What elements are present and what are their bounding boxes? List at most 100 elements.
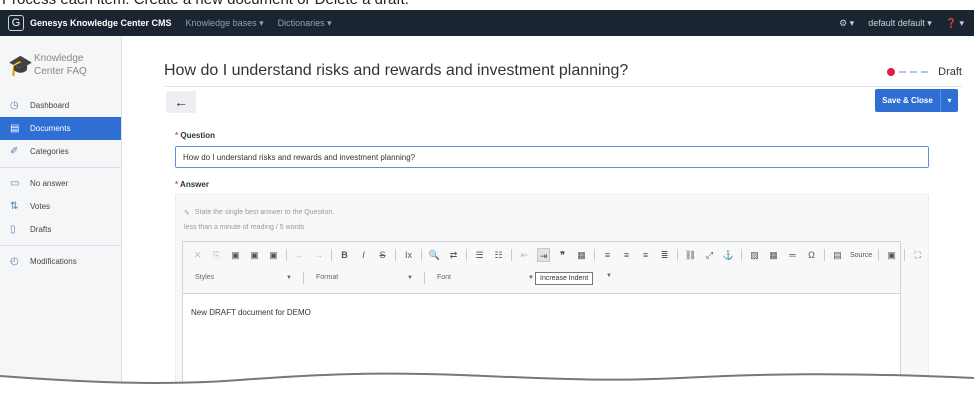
sidebar-item-votes[interactable]: ⇅ Votes [0,195,121,218]
sidebar-item-dashboard[interactable]: ◷ Dashboard [0,94,121,117]
main-content: How do I understand risks and rewards an… [122,36,974,398]
answer-panel: ✎ State the single best answer to the Qu… [175,194,929,398]
knowledge-bases-menu[interactable]: Knowledge bases ▾ [186,18,264,29]
top-navbar: G Genesys Knowledge Center CMS Knowledge… [0,10,974,36]
user-menu[interactable]: default default ▾ [868,18,932,29]
image-icon[interactable]: ▨ [748,248,761,262]
link-icon[interactable]: ⛓ [684,248,697,262]
maximize-icon[interactable]: ⛶ [911,248,924,262]
special-char-icon[interactable]: Ω [805,248,818,262]
save-close-button[interactable]: Save & Close [875,89,940,112]
chat-icon: ▭ [10,178,20,189]
toolbar-separator [424,272,425,284]
sidebar-item-label: No answer [30,179,69,188]
toolbar-separator [824,249,825,261]
increase-indent-tooltip: Increase Indent [535,272,594,285]
knowledge-base-header[interactable]: 🎓 Knowledge Center FAQ [0,36,121,94]
bold-icon[interactable]: B [338,248,351,262]
tag-icon: ✐ [10,146,19,157]
question-label: * Question [175,131,216,140]
status-badge: Draft [887,66,962,78]
bulleted-list-icon[interactable]: ☷ [492,248,505,262]
sidebar-item-modifications[interactable]: ◴ Modifications [0,250,121,273]
increase-indent-icon[interactable]: ⇥ [537,248,550,262]
answer-label: * Answer [175,180,209,189]
toolbar-separator [904,249,906,261]
sidebar: 🎓 Knowledge Center FAQ ◷ Dashboard ▤ Doc… [0,36,122,398]
status-label: Draft [938,66,962,78]
settings-menu[interactable]: ⚙ ▾ [839,18,854,29]
paste-text-icon[interactable]: ▣ [248,248,261,262]
font-label: Font [437,274,452,281]
sidebar-item-no-answer[interactable]: ▭ No answer [0,172,121,195]
editor-toolbar: ✕ ⎘ ▣ ▣ ▣ ← → B I S Ix 🔍 ⇄ ☰ ☷ ⇤ ⇥ ❞ ▦ ≡… [183,242,921,294]
toolbar-separator [594,249,595,261]
kb-name-line1: Knowledge [34,53,84,64]
redo-icon[interactable]: → [312,248,325,262]
div-container-icon[interactable]: ▦ [575,248,588,262]
toolbar-separator [421,249,422,261]
kb-name-line2: Center FAQ [34,66,87,77]
strikethrough-icon[interactable]: S [376,248,389,262]
reading-time: less than a minute of reading / 5 words [184,224,305,231]
italic-icon[interactable]: I [357,248,370,262]
cut-icon[interactable]: ✕ [191,248,204,262]
copy-icon[interactable]: ⎘ [210,248,223,262]
decrease-indent-icon[interactable]: ⇤ [518,248,531,262]
sidebar-item-drafts[interactable]: ▯ Drafts [0,218,121,241]
remove-format-icon[interactable]: Ix [402,248,415,262]
source-icon[interactable]: ▤ [831,248,844,262]
title-divider [164,86,962,87]
align-left-icon[interactable]: ≡ [601,248,614,262]
answer-label-text: Answer [180,180,209,189]
replace-icon[interactable]: ⇄ [447,248,460,262]
sidebar-item-categories[interactable]: ✐ Categories [0,140,121,163]
dictionaries-menu[interactable]: Dictionaries ▾ [278,18,332,29]
dashboard-icon: ◷ [10,100,19,111]
votes-icon: ⇅ [10,201,19,212]
app-brand[interactable]: Genesys Knowledge Center CMS [30,18,172,28]
graduation-cap-icon: 🎓 [8,54,33,77]
toolbar-separator [303,272,304,284]
sidebar-item-label: Categories [30,147,69,156]
sidebar-item-label: Dashboard [30,101,70,110]
table-icon[interactable]: ▦ [767,248,780,262]
format-dropdown[interactable]: Format ▼ [312,271,416,285]
sidebar-item-label: Modifications [30,257,77,266]
styles-label: Styles [195,274,215,281]
toolbar-separator [511,249,512,261]
back-button[interactable]: ← [166,91,196,113]
justify-icon[interactable]: ≣ [658,248,671,262]
unlink-icon[interactable]: ⤢ [703,248,716,262]
align-center-icon[interactable]: ≡ [620,248,633,262]
styles-dropdown[interactable]: Styles ▼ [191,271,295,285]
editor-content[interactable]: New DRAFT document for DEMO [191,308,311,317]
font-dropdown[interactable]: Font ▼ [433,271,537,285]
undo-icon[interactable]: ← [293,248,306,262]
paste-word-icon[interactable]: ▣ [267,248,280,262]
question-input[interactable] [175,146,929,168]
find-icon[interactable]: 🔍 [428,248,441,262]
history-icon: ◴ [10,256,19,267]
numbered-list-icon[interactable]: ☰ [473,248,486,262]
align-right-icon[interactable]: ≡ [639,248,652,262]
question-label-text: Question [180,131,216,140]
blockquote-icon[interactable]: ❞ [556,248,569,262]
templates-icon[interactable]: ▣ [885,248,898,262]
toolbar-separator [677,249,678,261]
genesys-logo-icon: G [8,15,24,31]
paste-icon[interactable]: ▣ [229,248,242,262]
hint-icon: ✎ [184,210,190,217]
toolbar-separator [878,249,880,261]
toolbar-separator [395,249,396,261]
save-options-dropdown[interactable]: ▾ [940,89,958,112]
chevron-down-icon[interactable]: ▼ [606,273,612,279]
horizontal-rule-icon[interactable]: ═ [786,248,799,262]
status-step-icon [910,71,918,73]
sidebar-item-documents[interactable]: ▤ Documents [0,117,121,140]
toolbar-separator [466,249,467,261]
help-menu[interactable]: ❓ ▾ [946,18,964,29]
source-button[interactable]: Source [850,252,872,259]
status-step-icon [899,71,907,73]
anchor-icon[interactable]: ⚓ [722,248,735,262]
